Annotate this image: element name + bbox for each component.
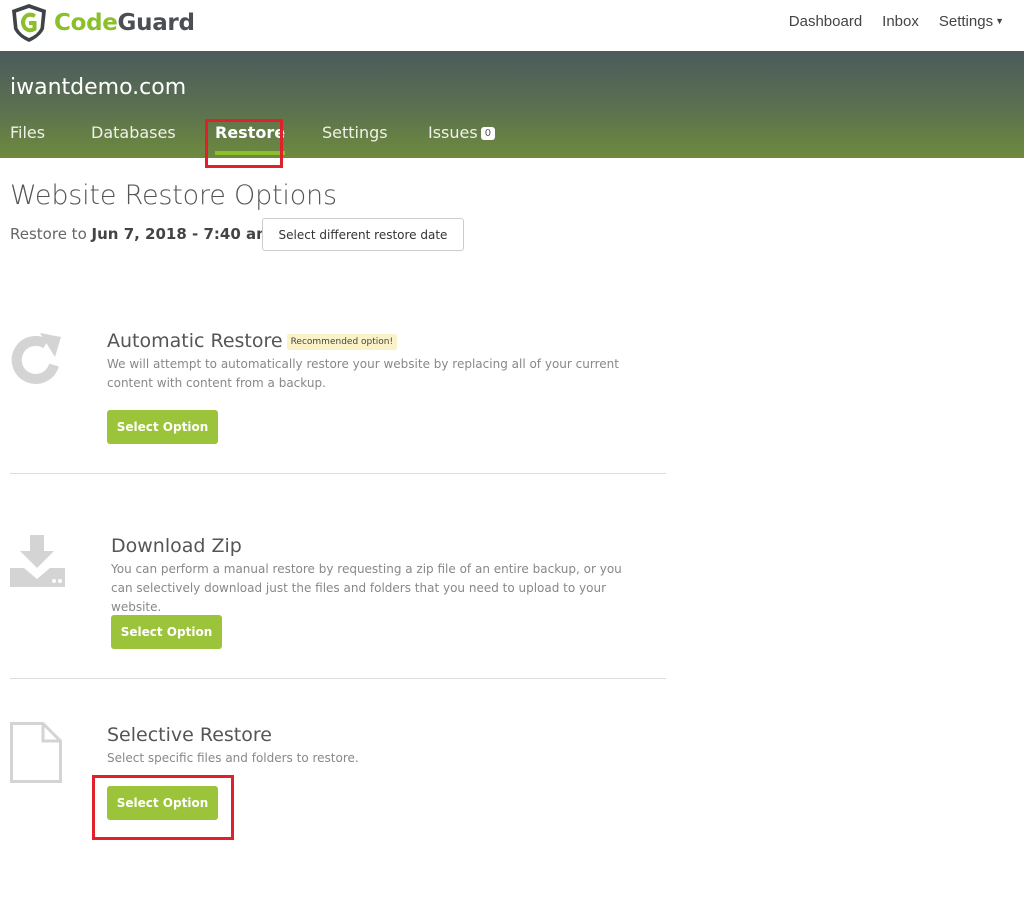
site-banner: iwantdemo.com Files Databases Restore Se… (0, 51, 1024, 158)
recommended-badge: Recommended option! (286, 334, 398, 350)
download-zip-description: You can perform a manual restore by requ… (111, 562, 622, 614)
page-title: Website Restore Options (10, 180, 337, 211)
issues-count-badge: 0 (480, 127, 496, 140)
tab-databases[interactable]: Databases (91, 123, 176, 142)
caret-down-icon: ▼ (995, 16, 1004, 26)
nav-settings[interactable]: Settings ▼ (939, 13, 1004, 30)
selective-restore-description: Select specific files and folders to res… (107, 751, 359, 765)
nav-settings-label: Settings (938, 13, 994, 30)
download-icon (10, 535, 65, 587)
restore-target-line: Restore to Jun 7, 2018 - 7:40 am or (10, 225, 292, 243)
nav-inbox[interactable]: Inbox (882, 13, 919, 30)
nav-dashboard[interactable]: Dashboard (789, 13, 862, 30)
shield-logo-icon (12, 4, 46, 42)
file-icon (10, 722, 62, 783)
download-zip-select-button[interactable]: Select Option (111, 615, 222, 649)
codeguard-logo[interactable]: CodeGuard (10, 3, 195, 43)
top-bar: CodeGuard Dashboard Inbox Settings ▼ (0, 0, 1024, 51)
selective-restore-title: Selective Restore (107, 724, 272, 746)
divider (10, 678, 666, 679)
automatic-restore-description: We will attempt to automatically restore… (107, 357, 619, 390)
brand-name: CodeGuard (54, 10, 195, 36)
tab-issues[interactable]: Issues 0 (428, 123, 496, 142)
site-name: iwantdemo.com (10, 75, 187, 100)
top-navigation: Dashboard Inbox Settings ▼ (789, 13, 1004, 30)
restore-prefix: Restore to (10, 225, 87, 243)
selective-restore-highlight (92, 775, 234, 840)
tab-files[interactable]: Files (10, 123, 45, 142)
automatic-restore-title-text: Automatic Restore (107, 330, 283, 352)
restore-date: Jun 7, 2018 - 7:40 am (91, 225, 272, 243)
restore-tab-highlight (205, 119, 283, 168)
select-different-date-button[interactable]: Select different restore date (262, 218, 464, 251)
automatic-restore-title: Automatic Restore Recommended option! (107, 330, 398, 352)
divider (10, 473, 666, 474)
tab-settings[interactable]: Settings (322, 123, 388, 142)
automatic-restore-select-button[interactable]: Select Option (107, 410, 218, 444)
refresh-icon (11, 333, 61, 384)
tab-issues-label: Issues (428, 123, 478, 142)
download-zip-title: Download Zip (111, 535, 242, 557)
